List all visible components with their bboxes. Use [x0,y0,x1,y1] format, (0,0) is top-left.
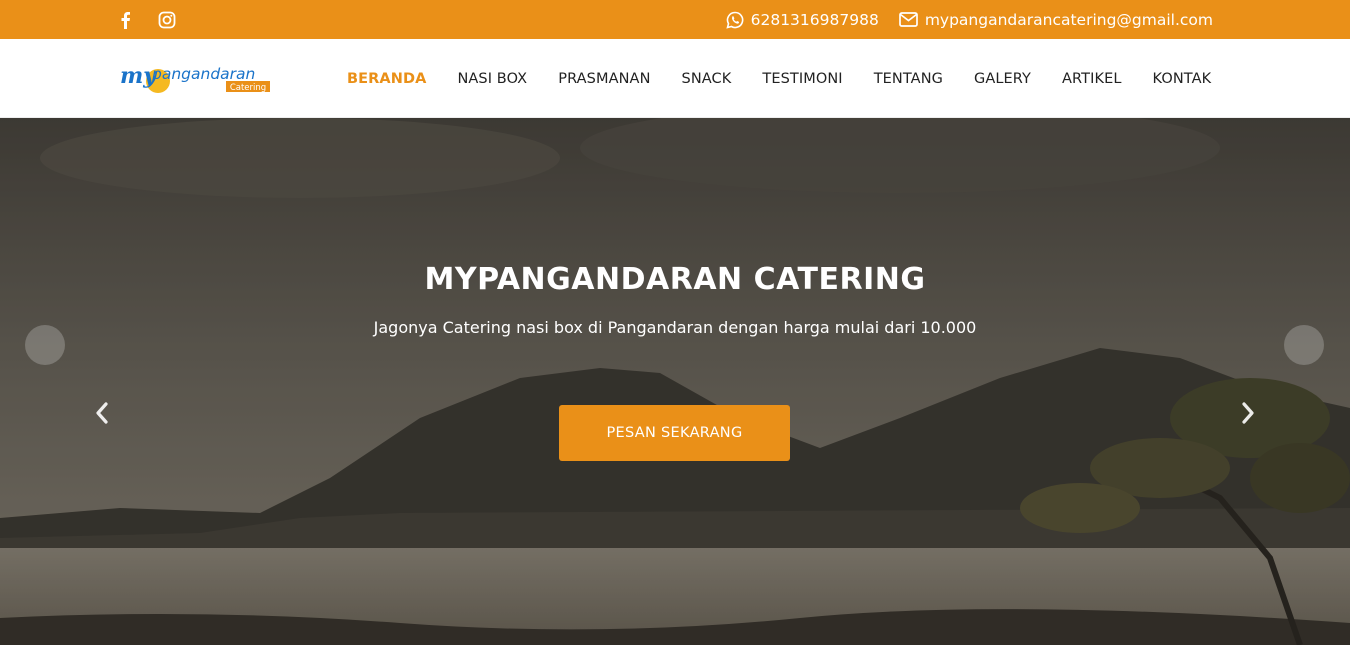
hero-overlay [0,118,1350,645]
whatsapp-icon [725,11,744,29]
nav-item-nasi-box[interactable]: NASI BOX [457,71,527,87]
nav-item-snack[interactable]: SNACK [682,71,732,87]
order-now-button[interactable]: PESAN SEKARANG [559,405,790,461]
email-address: mypangandarancatering@gmail.com [924,10,1213,29]
facebook-icon[interactable] [115,10,135,30]
slider-next-circle[interactable] [1284,325,1324,365]
envelope-icon [898,12,918,27]
nav-item-kontak[interactable]: KONTAK [1153,71,1212,87]
phone-link[interactable]: 6281316987988 [725,10,879,29]
nav-item-testimoni[interactable]: TESTIMONI [762,71,842,87]
nav-item-beranda[interactable]: BERANDA [347,71,426,87]
slider-prev-circle[interactable] [25,325,65,365]
nav-item-prasmanan[interactable]: PRASMANAN [558,71,650,87]
chevron-left-icon [95,402,109,428]
slider-next-arrow[interactable] [1236,400,1260,430]
main-header: my pangandaran Catering BERANDA NASI BOX… [0,39,1350,118]
logo-tag: Catering [230,83,266,93]
slider-prev-arrow[interactable] [90,400,114,430]
instagram-icon[interactable] [157,10,177,30]
logo-name: pangandaran [151,65,255,83]
phone-number: 6281316987988 [750,10,879,29]
social-links [115,0,177,39]
nav-item-artikel[interactable]: ARTIKEL [1062,71,1122,87]
contact-info: 6281316987988 mypangandarancatering@gmai… [725,0,1213,39]
hero-slider: MYPANGANDARAN CATERING Jagonya Catering … [0,118,1350,645]
site-logo[interactable]: my pangandaran Catering [120,59,272,99]
nav-item-galery[interactable]: GALERY [974,71,1031,87]
main-nav: BERANDA NASI BOX PRASMANAN SNACK TESTIMO… [347,39,1211,118]
hero-subtitle: Jagonya Catering nasi box di Pangandaran… [373,318,977,337]
chevron-right-icon [1241,402,1255,428]
email-link[interactable]: mypangandarancatering@gmail.com [898,10,1213,29]
top-bar: 6281316987988 mypangandarancatering@gmai… [0,0,1350,39]
nav-item-tentang[interactable]: TENTANG [874,71,943,87]
hero-title: MYPANGANDARAN CATERING [424,262,926,297]
